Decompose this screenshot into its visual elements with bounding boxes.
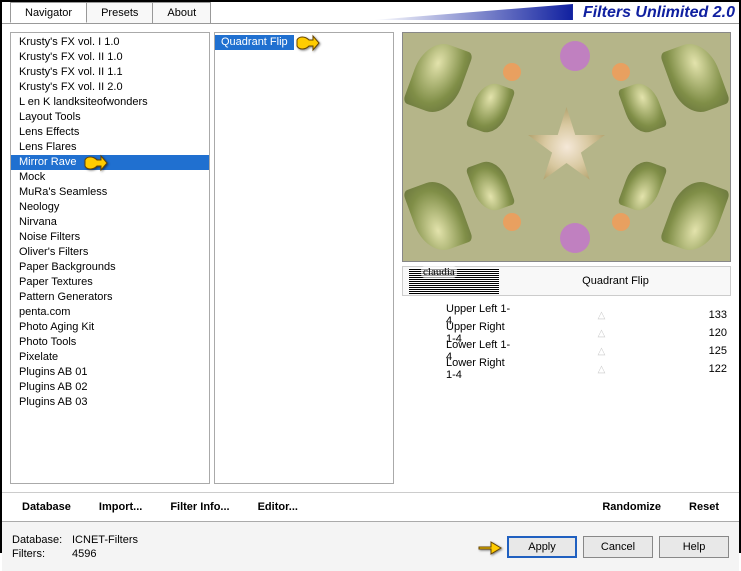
tab-presets[interactable]: Presets (86, 2, 153, 23)
app-title: Filters Unlimited 2.0 (583, 4, 735, 22)
footer-info: Database:ICNET-Filters Filters:4596 (12, 533, 138, 561)
database-button[interactable]: Database (8, 497, 85, 517)
category-item[interactable]: Mock (11, 170, 209, 185)
editor-button[interactable]: Editor... (244, 497, 312, 517)
param-slider[interactable]: △ (522, 328, 681, 339)
category-item[interactable]: Krusty's FX vol. II 2.0 (11, 80, 209, 95)
filter-item[interactable]: Quadrant Flip (215, 35, 294, 50)
param-row: Lower Right 1-4 △ 122 (406, 360, 727, 378)
category-item[interactable]: Krusty's FX vol. II 1.1 (11, 65, 209, 80)
category-item[interactable]: Krusty's FX vol. I 1.0 (11, 35, 209, 50)
category-item[interactable]: Plugins AB 01 (11, 365, 209, 380)
category-item[interactable]: Photo Aging Kit (11, 320, 209, 335)
param-slider[interactable]: △ (522, 364, 681, 375)
randomize-button[interactable]: Randomize (588, 497, 675, 517)
param-value: 125 (687, 345, 727, 357)
param-slider[interactable]: △ (522, 346, 681, 357)
category-item[interactable]: Photo Tools (11, 335, 209, 350)
tab-about[interactable]: About (152, 2, 211, 23)
category-item[interactable]: Pattern Generators (11, 290, 209, 305)
category-item[interactable]: Layout Tools (11, 110, 209, 125)
category-item[interactable]: Paper Textures (11, 275, 209, 290)
help-button[interactable]: Help (659, 536, 729, 558)
param-title: Quadrant Flip (507, 275, 724, 287)
category-item[interactable]: Plugins AB 03 (11, 395, 209, 410)
category-item[interactable]: Lens Effects (11, 125, 209, 140)
filter-info-button[interactable]: Filter Info... (156, 497, 243, 517)
watermark-logo (409, 268, 499, 294)
category-item[interactable]: Mirror Rave (11, 155, 209, 170)
category-item[interactable]: Noise Filters (11, 230, 209, 245)
category-item[interactable]: penta.com (11, 305, 209, 320)
category-item[interactable]: MuRa's Seamless (11, 185, 209, 200)
tab-navigator[interactable]: Navigator (10, 2, 87, 23)
param-value: 133 (687, 309, 727, 321)
category-item[interactable]: L en K landksiteofwonders (11, 95, 209, 110)
category-item[interactable]: Pixelate (11, 350, 209, 365)
param-label: Lower Right 1-4 (406, 357, 516, 381)
category-item[interactable]: Nirvana (11, 215, 209, 230)
category-item[interactable]: Neology (11, 200, 209, 215)
preview-image (402, 32, 731, 262)
category-item[interactable]: Plugins AB 02 (11, 380, 209, 395)
cancel-button[interactable]: Cancel (583, 536, 653, 558)
param-slider[interactable]: △ (522, 310, 681, 321)
reset-button[interactable]: Reset (675, 497, 733, 517)
pointer-icon (477, 536, 505, 558)
category-item[interactable]: Krusty's FX vol. II 1.0 (11, 50, 209, 65)
category-list[interactable]: Krusty's FX vol. I 1.0Krusty's FX vol. I… (10, 32, 210, 484)
import-button[interactable]: Import... (85, 497, 156, 517)
apply-button[interactable]: Apply (507, 536, 577, 558)
filter-list[interactable]: Quadrant Flip (214, 32, 394, 484)
param-value: 122 (687, 363, 727, 375)
pointer-icon (293, 32, 321, 54)
category-item[interactable]: Oliver's Filters (11, 245, 209, 260)
category-item[interactable]: Lens Flares (11, 140, 209, 155)
param-value: 120 (687, 327, 727, 339)
category-item[interactable]: Paper Backgrounds (11, 260, 209, 275)
